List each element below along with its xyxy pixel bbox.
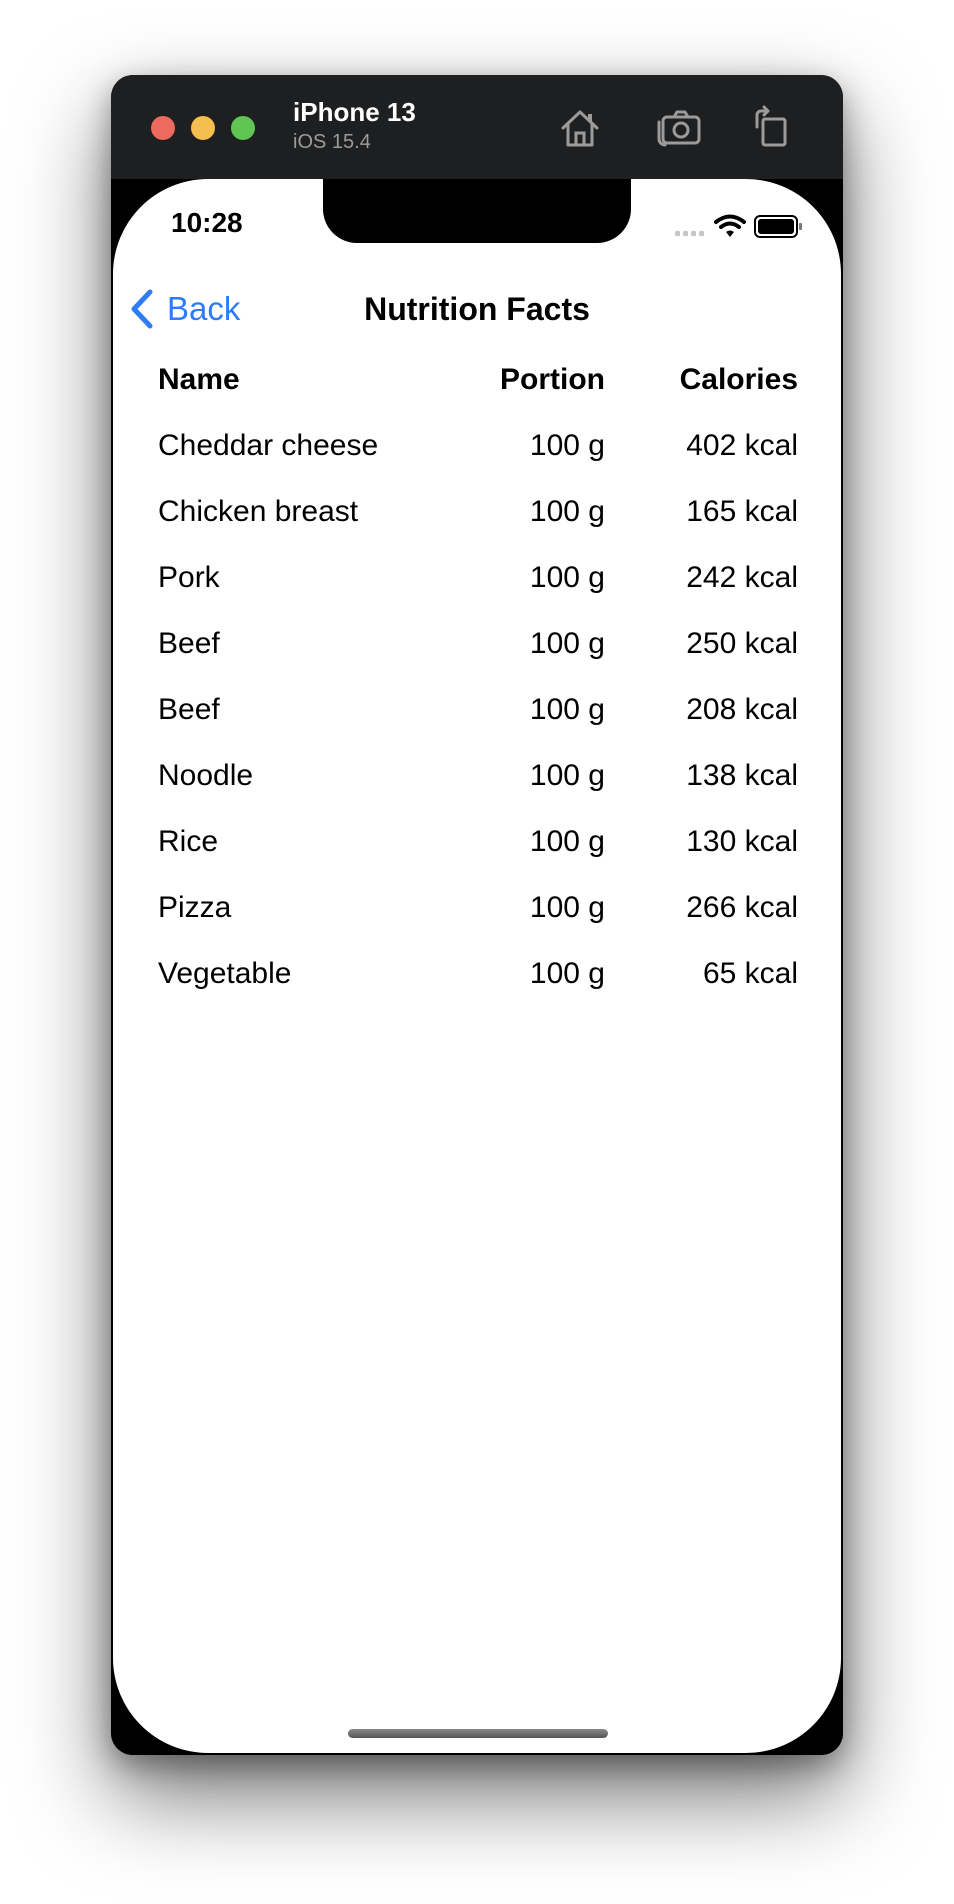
- back-button[interactable]: Back: [129, 287, 240, 331]
- column-header-portion: Portion: [500, 363, 605, 396]
- food-name: Beef: [158, 627, 220, 660]
- food-name: Chicken breast: [158, 495, 359, 528]
- screenshot-icon[interactable]: [656, 103, 706, 153]
- food-portion: 100 g: [529, 825, 605, 858]
- food-calories: 65 kcal: [702, 957, 798, 990]
- battery-icon: [754, 215, 802, 238]
- table-row: Pizza 100 g 266 kcal: [158, 875, 798, 941]
- food-portion: 100 g: [529, 693, 605, 726]
- nutrition-table: Name Portion Calories Cheddar cheese 100…: [158, 347, 798, 1007]
- food-calories: 138 kcal: [686, 759, 798, 792]
- device-name: iPhone 13: [293, 97, 416, 127]
- simulator-titlebar: iPhone 13 iOS 15.4: [111, 75, 843, 179]
- table-row: Noodle 100 g 138 kcal: [158, 743, 798, 809]
- table-row: Chicken breast 100 g 165 kcal: [158, 479, 798, 545]
- chevron-left-icon: [131, 289, 153, 329]
- home-icon[interactable]: [555, 103, 605, 153]
- food-portion: 100 g: [529, 627, 605, 660]
- status-icons: [675, 213, 815, 241]
- back-button-label: Back: [167, 290, 241, 327]
- column-header-name: Name: [158, 363, 240, 396]
- food-calories: 242 kcal: [686, 561, 798, 594]
- table-row: Beef 100 g 208 kcal: [158, 677, 798, 743]
- table-header-row: Name Portion Calories: [158, 347, 798, 413]
- food-name: Beef: [158, 693, 220, 726]
- food-portion: 100 g: [529, 561, 605, 594]
- food-name: Rice: [158, 825, 219, 858]
- table-row: Beef 100 g 250 kcal: [158, 611, 798, 677]
- phone-display: 10:28 Back Nutrition Facts Name Portion …: [113, 179, 841, 1753]
- table-row: Pork 100 g 242 kcal: [158, 545, 798, 611]
- food-portion: 100 g: [529, 495, 605, 528]
- food-name: Pizza: [158, 891, 232, 924]
- food-name: Cheddar cheese: [158, 429, 379, 462]
- food-name: Vegetable: [158, 957, 292, 990]
- phone-screen: 10:28 Back Nutrition Facts Name Portion …: [111, 179, 843, 1755]
- food-calories: 250 kcal: [686, 627, 798, 660]
- food-calories: 402 kcal: [686, 429, 798, 462]
- minimize-window-button[interactable]: [191, 116, 215, 140]
- food-name: Noodle: [158, 759, 254, 792]
- food-calories: 266 kcal: [686, 891, 798, 924]
- rotate-icon[interactable]: [747, 103, 797, 153]
- simulator-window: iPhone 13 iOS 15.4 10:28 Back Nutrition …: [111, 75, 843, 1755]
- table-row: Vegetable 100 g 65 kcal: [158, 941, 798, 1007]
- notch: [323, 179, 631, 243]
- food-portion: 100 g: [529, 891, 605, 924]
- close-window-button[interactable]: [151, 116, 175, 140]
- cellular-signal-icon: [675, 231, 704, 236]
- status-time: 10:28: [171, 207, 243, 238]
- home-indicator[interactable]: [348, 1729, 608, 1738]
- food-name: Pork: [158, 561, 220, 594]
- column-header-calories: Calories: [679, 363, 798, 396]
- food-portion: 100 g: [529, 429, 605, 462]
- food-calories: 165 kcal: [686, 495, 798, 528]
- food-calories: 208 kcal: [686, 693, 798, 726]
- stage: iPhone 13 iOS 15.4 10:28 Back Nutrition …: [0, 0, 954, 1904]
- zoom-window-button[interactable]: [231, 116, 255, 140]
- wifi-icon: [714, 214, 746, 237]
- food-portion: 100 g: [529, 957, 605, 990]
- table-row: Cheddar cheese 100 g 402 kcal: [158, 413, 798, 479]
- os-version: iOS 15.4: [293, 131, 371, 153]
- table-row: Rice 100 g 130 kcal: [158, 809, 798, 875]
- food-portion: 100 g: [529, 759, 605, 792]
- food-calories: 130 kcal: [686, 825, 798, 858]
